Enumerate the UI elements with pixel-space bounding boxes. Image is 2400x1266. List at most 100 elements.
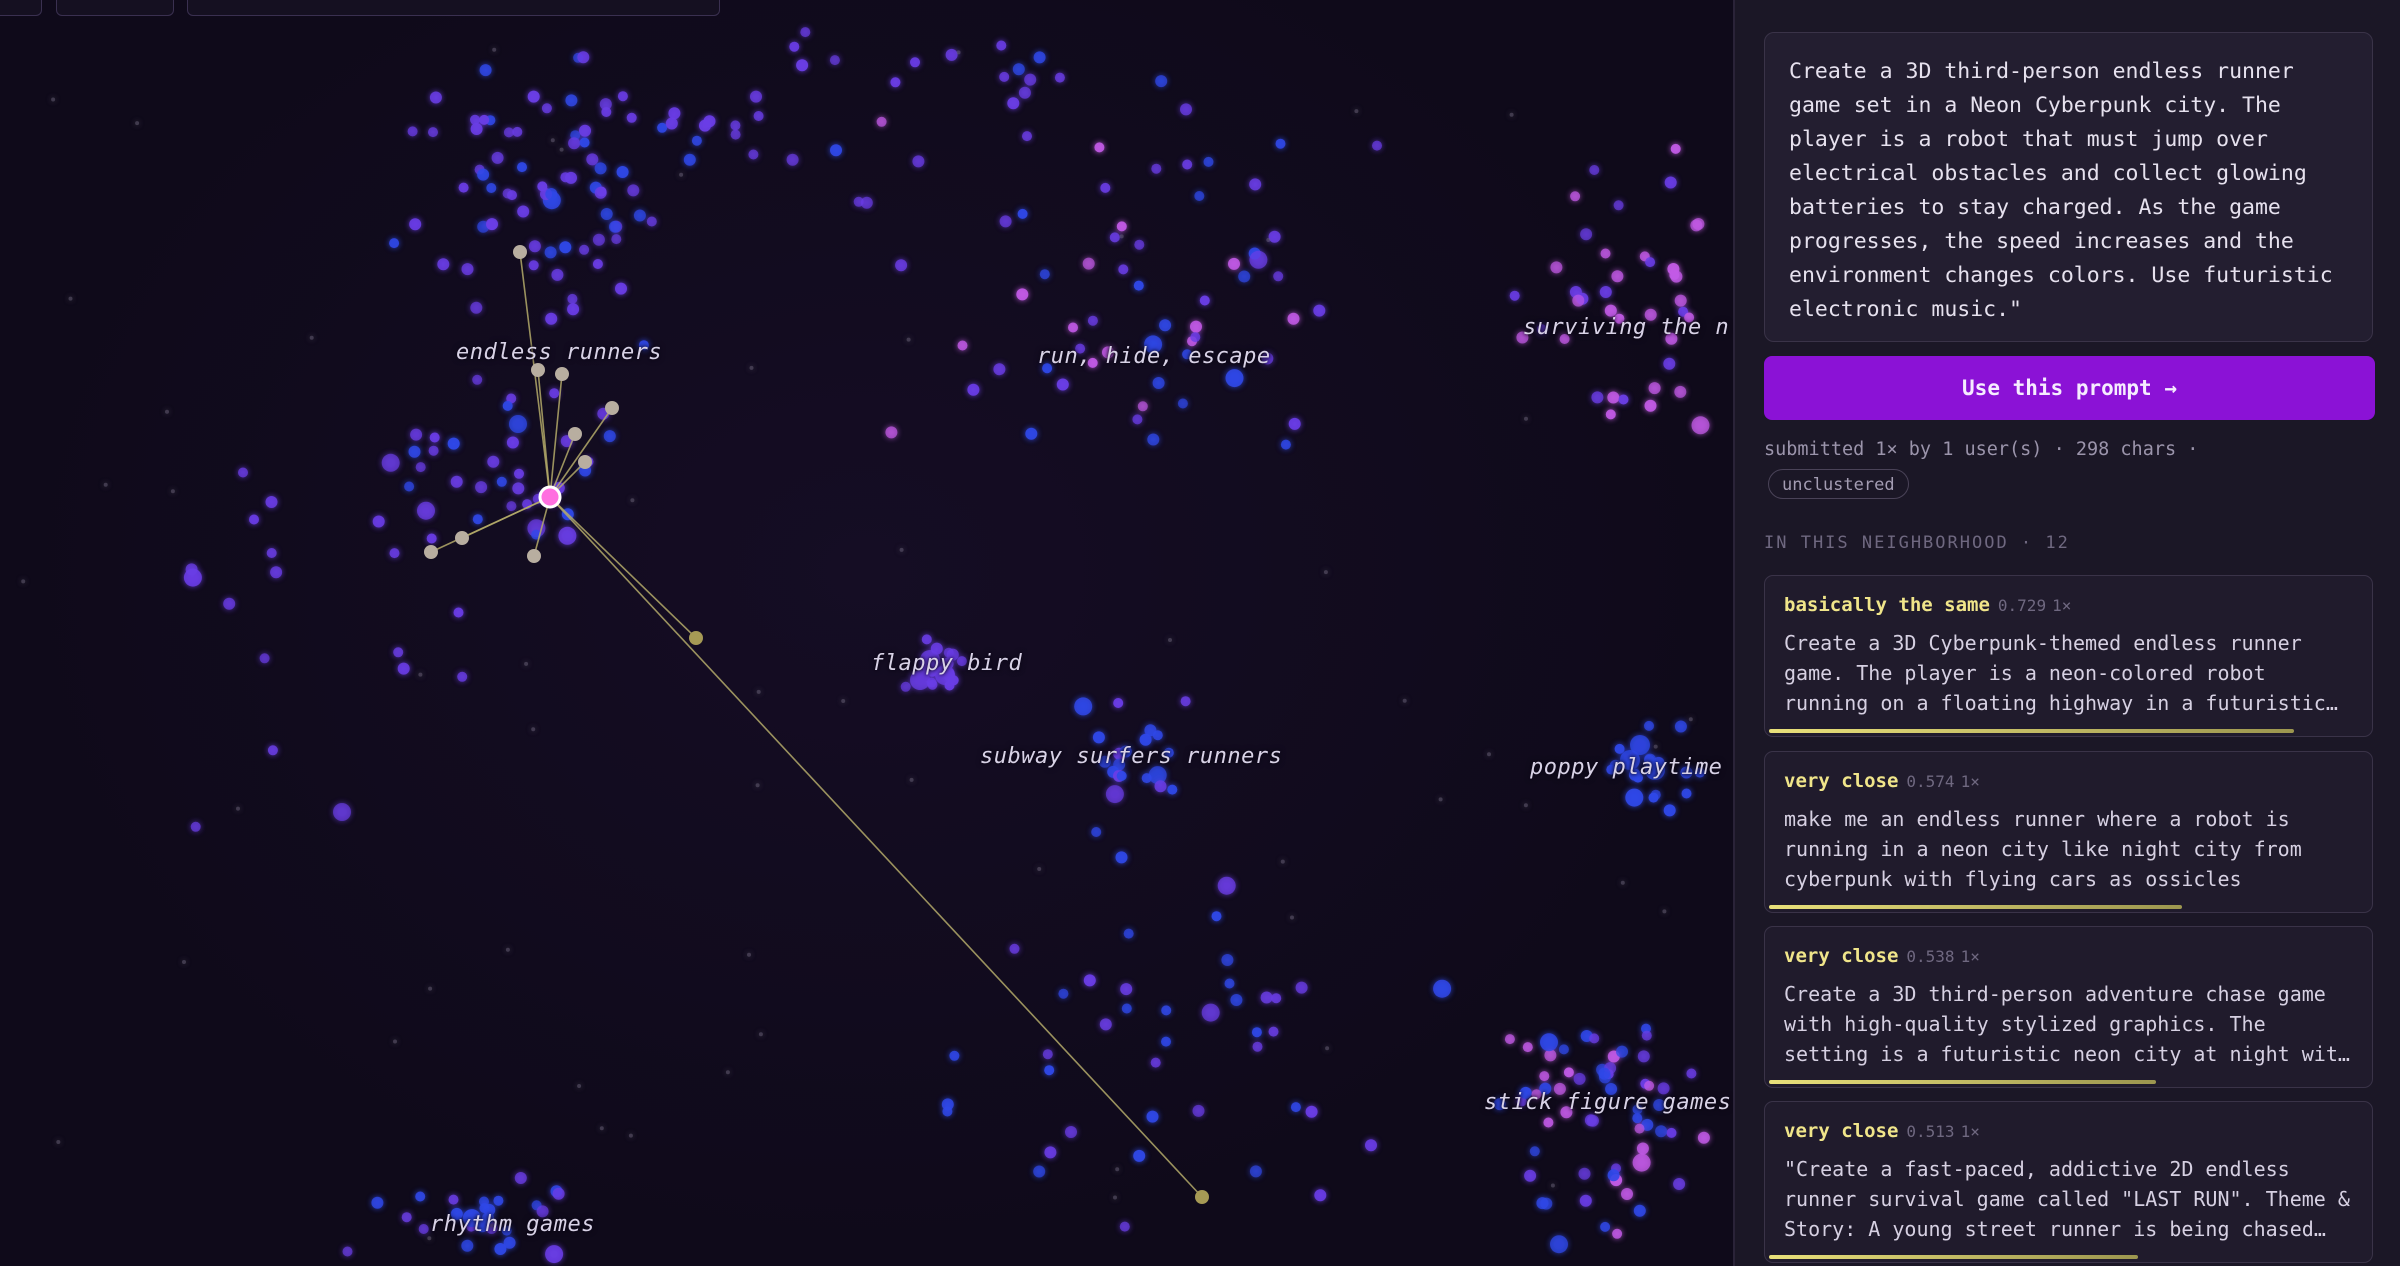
prompt-dot[interactable]: [860, 196, 873, 209]
prompt-dot[interactable]: [617, 91, 628, 102]
prompt-dot[interactable]: [999, 215, 1012, 228]
prompt-dot[interactable]: [507, 190, 517, 201]
prompt-dot[interactable]: [1662, 909, 1667, 914]
prompt-dot[interactable]: [615, 282, 627, 295]
cluster-label-endless-runners[interactable]: endless runners: [456, 340, 662, 365]
neighbor-card[interactable]: very close 0.574 1× make me an endless run…: [1764, 751, 2373, 913]
prompt-dot[interactable]: [1132, 414, 1143, 425]
prompt-dot[interactable]: [135, 121, 140, 126]
prompt-dot[interactable]: [1641, 1030, 1652, 1041]
prompt-dot[interactable]: [1625, 788, 1644, 807]
prompt-dot[interactable]: [1487, 752, 1491, 757]
prompt-dot[interactable]: [1673, 1178, 1686, 1190]
prompt-dot[interactable]: [1523, 803, 1528, 808]
prompt-dot[interactable]: [1616, 1045, 1628, 1058]
prompt-dot[interactable]: [1522, 1042, 1533, 1053]
prompt-dot[interactable]: [1116, 221, 1127, 232]
prompt-dot[interactable]: [68, 296, 73, 301]
prompt-dot[interactable]: [1314, 1189, 1327, 1202]
prompt-dot[interactable]: [1636, 1142, 1649, 1155]
prompt-dot[interactable]: [1249, 1165, 1262, 1178]
cluster-tag[interactable]: unclustered: [1768, 469, 1909, 499]
prompt-dot[interactable]: [1058, 988, 1069, 999]
prompt-dot[interactable]: [428, 127, 438, 138]
prompt-dot[interactable]: [668, 107, 681, 120]
prompt-dot[interactable]: [1177, 398, 1188, 409]
prompt-dot[interactable]: [1305, 1105, 1318, 1118]
prompt-dot[interactable]: [910, 57, 920, 68]
prompt-dot[interactable]: [1082, 257, 1095, 270]
prompt-dot[interactable]: [1092, 731, 1105, 744]
prompt-dot[interactable]: [665, 117, 678, 130]
prompt-dot[interactable]: [559, 147, 564, 152]
prompt-dot[interactable]: [1620, 880, 1625, 885]
neighbor-node[interactable]: [605, 401, 619, 415]
prompt-dot[interactable]: [397, 662, 410, 675]
prompt-dot[interactable]: [1017, 208, 1028, 219]
prompt-dot[interactable]: [1599, 1071, 1611, 1084]
map-search-bar[interactable]: [187, 0, 720, 16]
prompt-dot[interactable]: [1056, 378, 1069, 391]
prompt-dot[interactable]: [461, 1239, 474, 1252]
prompt-dot[interactable]: [470, 123, 483, 135]
prompt-dot[interactable]: [259, 653, 270, 664]
prompt-dot[interactable]: [342, 1246, 353, 1257]
prompt-dot[interactable]: [472, 374, 483, 385]
prompt-dot[interactable]: [1280, 439, 1291, 450]
neighbor-node[interactable]: [424, 545, 438, 559]
prompt-dot[interactable]: [1087, 315, 1098, 326]
prompt-dot[interactable]: [1607, 391, 1620, 404]
prompt-dot[interactable]: [749, 365, 754, 370]
prompt-dot[interactable]: [517, 162, 527, 173]
prompt-dot[interactable]: [267, 745, 278, 756]
prompt-dot[interactable]: [506, 501, 517, 512]
prompt-dot[interactable]: [633, 209, 646, 222]
prompt-dot[interactable]: [753, 111, 764, 121]
prompt-dot[interactable]: [1054, 72, 1065, 83]
prompt-dot[interactable]: [479, 1196, 489, 1207]
prompt-dot[interactable]: [389, 238, 400, 249]
prompt-dot[interactable]: [1570, 191, 1581, 202]
prompt-dot[interactable]: [1249, 250, 1268, 269]
prompt-dot[interactable]: [486, 218, 498, 231]
prompt-dot[interactable]: [1201, 1003, 1220, 1022]
prompt-dot[interactable]: [1024, 73, 1037, 86]
prompt-dot[interactable]: [1599, 286, 1612, 298]
prompt-dot[interactable]: [830, 144, 842, 157]
prompt-dot[interactable]: [1275, 138, 1286, 149]
prompt-dot[interactable]: [333, 803, 351, 821]
prompt-dot[interactable]: [517, 205, 530, 218]
prompt-dot[interactable]: [1119, 234, 1124, 239]
prompt-dot[interactable]: [1007, 97, 1020, 110]
prompt-dot[interactable]: [993, 363, 1006, 376]
prompt-dot[interactable]: [1180, 103, 1192, 116]
toolbar-control-mode[interactable]: [56, 0, 174, 16]
prompt-dot[interactable]: [1589, 165, 1600, 175]
prompt-dot[interactable]: [1607, 1169, 1620, 1182]
prompt-dot[interactable]: [841, 699, 846, 703]
prompt-dot[interactable]: [549, 388, 560, 399]
prompt-dot[interactable]: [1150, 1057, 1161, 1068]
prompt-dot[interactable]: [1161, 1036, 1171, 1047]
prompt-dot[interactable]: [1697, 1131, 1710, 1144]
prompt-dot[interactable]: [505, 947, 510, 952]
prompt-dot[interactable]: [1691, 416, 1710, 435]
prompt-dot[interactable]: [1529, 1146, 1540, 1157]
prompt-dot[interactable]: [1252, 1041, 1263, 1052]
prompt-dot[interactable]: [1688, 717, 1693, 722]
prompt-dot[interactable]: [1033, 1165, 1046, 1178]
prompt-dot[interactable]: [502, 400, 513, 411]
prompt-dot[interactable]: [1119, 1221, 1130, 1232]
prompt-dot[interactable]: [1433, 979, 1452, 998]
prompt-dot[interactable]: [1674, 294, 1687, 307]
prompt-dot[interactable]: [1192, 1104, 1205, 1117]
prompt-dot[interactable]: [409, 218, 422, 231]
prompt-dot[interactable]: [601, 107, 612, 117]
prompt-dot[interactable]: [600, 208, 613, 220]
prompt-dot[interactable]: [999, 71, 1010, 82]
prompt-dot[interactable]: [266, 548, 277, 558]
prompt-dot[interactable]: [1266, 238, 1271, 242]
prompt-dot[interactable]: [1155, 75, 1168, 88]
prompt-dot[interactable]: [1632, 1153, 1651, 1172]
prompt-dot[interactable]: [579, 124, 591, 137]
